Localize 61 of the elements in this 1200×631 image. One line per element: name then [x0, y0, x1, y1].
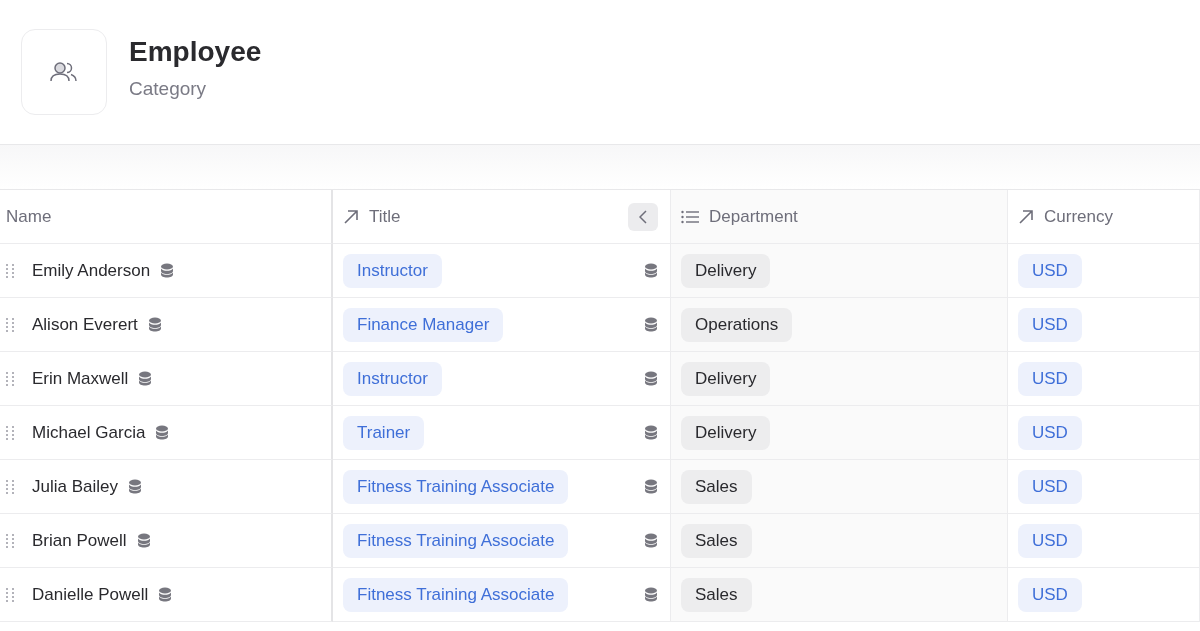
title-tag: Fitness Training Associate	[343, 577, 569, 612]
drag-handle-icon[interactable]	[6, 425, 14, 440]
department-tag: Delivery	[681, 253, 771, 288]
currency-tag: USD	[1018, 361, 1082, 396]
department-tag: Operations	[681, 307, 793, 342]
column-header[interactable]: Title	[333, 190, 671, 244]
drag-handle-icon[interactable]	[6, 533, 14, 548]
database-icon	[644, 533, 658, 548]
department-tag: Sales	[681, 469, 752, 504]
drag-handle-icon[interactable]	[6, 587, 14, 602]
column-header[interactable]: Name	[0, 190, 333, 244]
database-icon	[128, 479, 142, 494]
database-icon	[644, 263, 658, 278]
arrow-up-right-icon	[1018, 208, 1034, 225]
page-title: Employee	[129, 36, 262, 68]
database-icon	[155, 425, 170, 440]
department-tag: Sales	[681, 523, 752, 558]
database-icon	[138, 371, 153, 386]
department-tag: Delivery	[681, 361, 771, 396]
users-icon	[50, 62, 78, 82]
employee-name: Alison Everert	[32, 314, 138, 335]
column-header[interactable]: Department	[671, 190, 1008, 244]
drag-handle-icon[interactable]	[6, 263, 14, 278]
drag-handle-icon[interactable]	[6, 371, 14, 386]
department-tag: Sales	[681, 577, 752, 612]
employee-name: Danielle Powell	[32, 584, 149, 605]
employee-name: Erin Maxwell	[32, 368, 129, 389]
title-tag: Instructor	[343, 361, 442, 396]
currency-tag: USD	[1018, 253, 1082, 288]
drag-handle-icon[interactable]	[6, 317, 14, 332]
currency-tag: USD	[1018, 415, 1082, 450]
collapse-button[interactable]	[628, 202, 658, 231]
department-tag: Delivery	[681, 415, 771, 450]
column-header[interactable]: Currency	[1008, 190, 1200, 244]
database-icon	[644, 371, 658, 386]
database-icon	[136, 533, 151, 548]
title-tag: Trainer	[343, 415, 425, 450]
employee-name: Julia Bailey	[32, 476, 118, 497]
arrow-up-right-icon	[343, 208, 359, 225]
database-icon	[644, 479, 658, 494]
database-icon	[644, 587, 658, 602]
currency-tag: USD	[1018, 469, 1082, 504]
drag-handle-icon[interactable]	[6, 479, 14, 494]
currency-tag: USD	[1018, 523, 1082, 558]
database-icon	[147, 317, 162, 332]
database-icon	[644, 425, 658, 440]
chevron-left-icon	[639, 209, 647, 224]
title-tag: Finance Manager	[343, 307, 504, 342]
title-tag: Fitness Training Associate	[343, 469, 569, 504]
database-icon	[644, 317, 658, 332]
title-tag: Fitness Training Associate	[343, 523, 569, 558]
page-subtitle: Category	[129, 78, 208, 100]
employee-name: Brian Powell	[32, 530, 127, 551]
database-icon	[160, 263, 175, 278]
employee-name: Michael Garcia	[32, 422, 146, 443]
employee-name: Emily Anderson	[32, 260, 151, 281]
currency-tag: USD	[1018, 577, 1082, 612]
database-icon	[158, 587, 173, 602]
currency-tag: USD	[1018, 307, 1082, 342]
title-tag: Instructor	[343, 253, 442, 288]
list-icon	[681, 209, 699, 224]
